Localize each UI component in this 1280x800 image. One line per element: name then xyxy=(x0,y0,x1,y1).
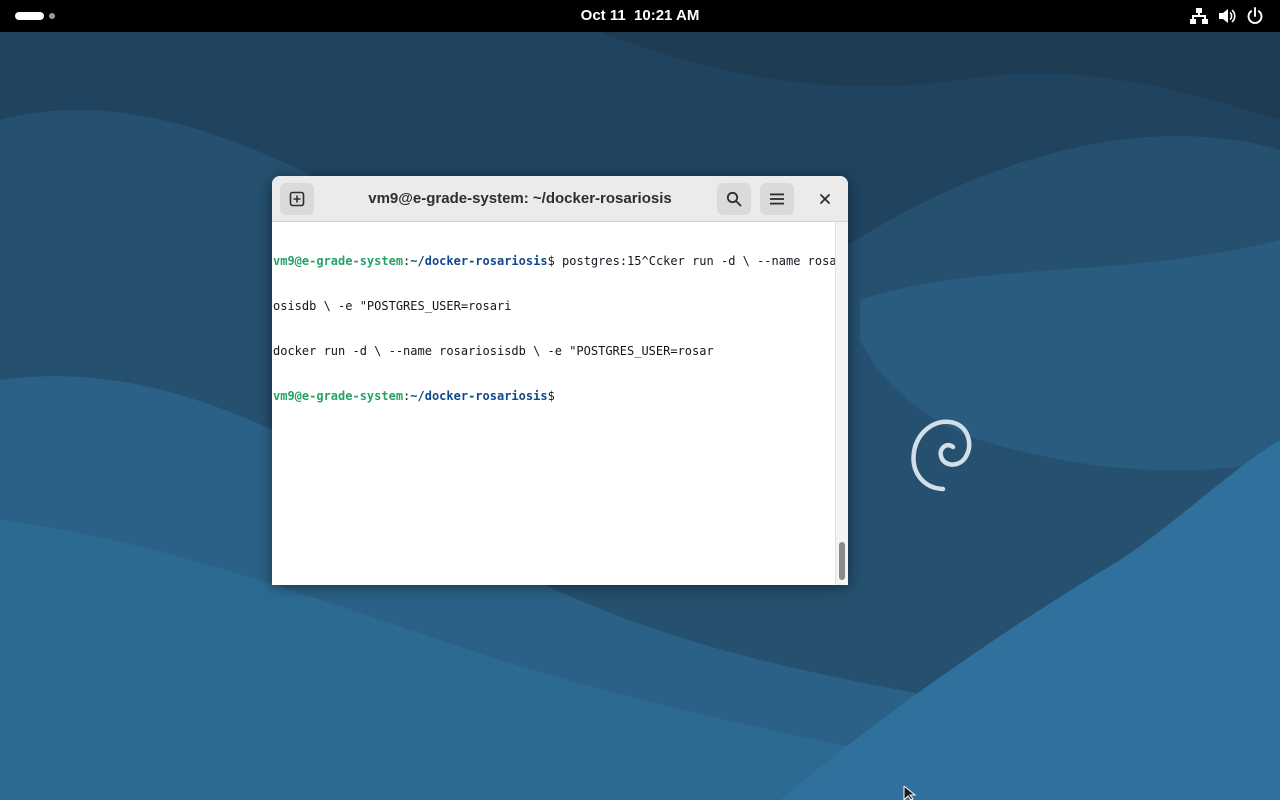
search-button[interactable] xyxy=(717,183,751,215)
main-menu-button[interactable] xyxy=(760,183,794,215)
active-workspace-indicator xyxy=(15,12,44,20)
terminal-line: osisdb \ -e "POSTGRES_USER=rosari xyxy=(273,299,512,313)
prompt-user-host: vm9@e-grade-system xyxy=(273,254,404,268)
prompt-symbol: $ xyxy=(547,389,555,403)
prompt-user-host: vm9@e-grade-system xyxy=(273,389,404,403)
clock[interactable]: Oct 11 10:21 AM xyxy=(540,0,740,32)
mouse-pointer-icon xyxy=(903,786,917,800)
top-bar: Oct 11 10:21 AM xyxy=(0,0,1280,32)
search-icon xyxy=(726,191,742,207)
power-icon xyxy=(1247,7,1263,24)
activities-button[interactable] xyxy=(10,8,60,24)
terminal-line: vm9@e-grade-system:~/docker-rosariosis$ … xyxy=(273,254,848,269)
prompt-symbol: $ xyxy=(547,254,555,268)
new-tab-icon xyxy=(289,191,305,207)
terminal-headerbar[interactable]: vm9@e-grade-system: ~/docker-rosariosis xyxy=(272,176,848,222)
window-title: vm9@e-grade-system: ~/docker-rosariosis xyxy=(368,190,672,207)
prompt-path: ~/docker-rosariosis xyxy=(410,254,548,268)
scrollbar-thumb[interactable] xyxy=(839,542,845,580)
terminal-line: docker run -d \ --name rosariosisdb \ -e… xyxy=(273,344,714,358)
network-wired-icon xyxy=(1190,8,1208,24)
debian-swirl-icon xyxy=(911,419,972,492)
prompt-path: ~/docker-rosariosis xyxy=(410,389,548,403)
terminal-output[interactable]: vm9@e-grade-system:~/docker-rosariosis$ … xyxy=(272,222,848,585)
terminal-scrollbar[interactable] xyxy=(835,222,848,585)
close-window-button[interactable] xyxy=(811,185,839,213)
hamburger-menu-icon xyxy=(770,193,784,205)
terminal-text[interactable]: vm9@e-grade-system:~/docker-rosariosis$ … xyxy=(273,224,848,434)
terminal-window[interactable]: vm9@e-grade-system: ~/docker-rosariosis xyxy=(272,176,848,585)
terminal-line: vm9@e-grade-system:~/docker-rosariosis$ xyxy=(273,389,835,404)
new-tab-button[interactable] xyxy=(280,183,314,215)
close-icon xyxy=(820,194,830,204)
system-status-area[interactable] xyxy=(1184,0,1274,32)
workspace-dot xyxy=(49,13,55,19)
desktop: Oct 11 10:21 AM vm9@e-grade-system: ~/do… xyxy=(0,0,1280,800)
command-text: postgres:15^Ccker run -d \ --name rosari xyxy=(554,254,848,268)
volume-icon xyxy=(1219,9,1236,23)
